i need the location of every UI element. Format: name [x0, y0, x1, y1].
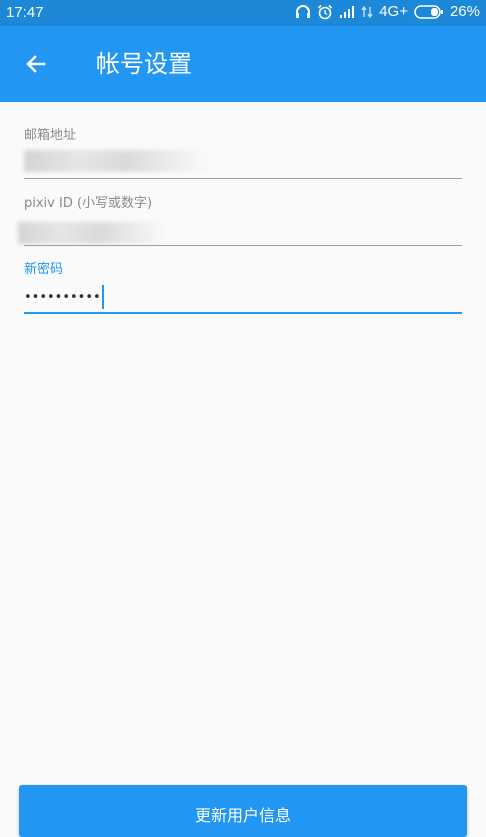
status-bar: 17:47 4G+ 26%: [0, 0, 486, 26]
status-icons: 4G+ 26%: [295, 3, 480, 20]
email-underline: [24, 178, 462, 179]
pixiv-id-label: pixiv ID (小写或数字): [24, 196, 153, 211]
headphone-icon: [296, 5, 311, 18]
update-user-info-button[interactable]: 更新用户信息: [19, 785, 467, 837]
page-title: 帐号设置: [96, 50, 192, 78]
battery-icon: [414, 4, 443, 19]
pixiv-id-field[interactable]: [18, 222, 166, 244]
signal-icon: [340, 5, 355, 18]
status-time: 17:47: [6, 4, 44, 21]
app-bar: 帐号设置: [0, 26, 486, 102]
email-label: 邮箱地址: [24, 128, 77, 143]
new-password-underline: [24, 312, 462, 314]
battery-level: 26%: [449, 3, 480, 20]
network-type: 4G+: [379, 3, 408, 20]
arrow-left-icon: [26, 55, 46, 73]
new-password-value: ••••••••••: [24, 289, 101, 305]
alarm-icon: [318, 4, 333, 19]
back-button[interactable]: [14, 42, 58, 86]
text-caret: [101, 285, 104, 309]
new-password-label: 新密码: [24, 262, 64, 277]
new-password-field[interactable]: ••••••••••: [24, 285, 104, 309]
pixiv-id-underline: [24, 245, 462, 246]
data-signal-icon: [361, 5, 373, 18]
email-field[interactable]: [24, 150, 208, 172]
